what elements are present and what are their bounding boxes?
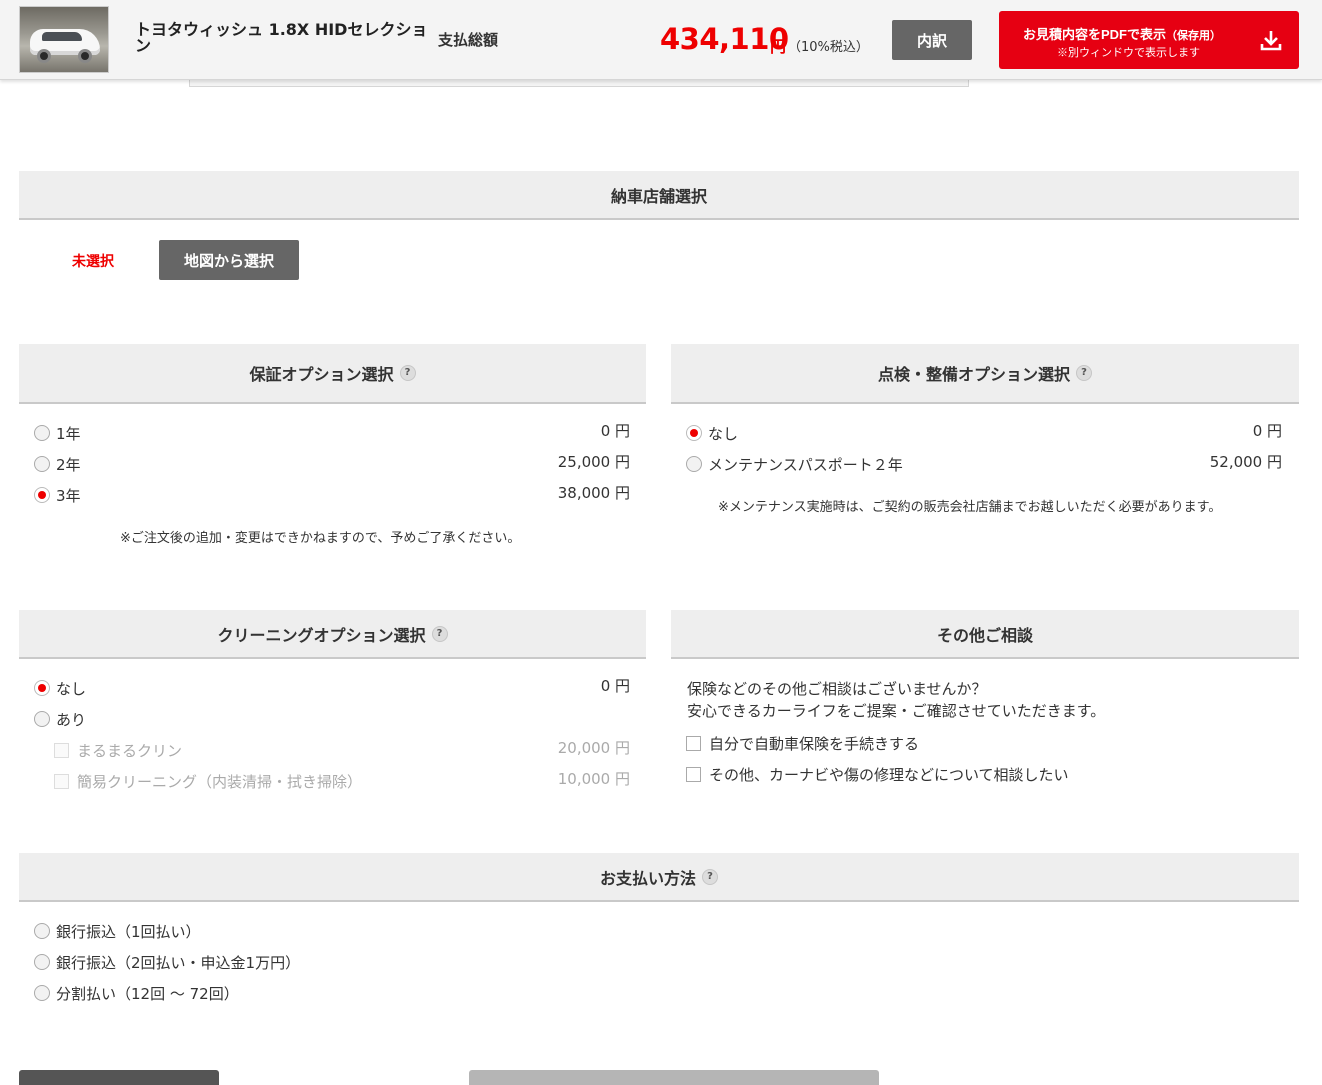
cleaning-sub-simple[interactable]: 簡易クリーニング（内装清掃・拭き掃除）	[54, 770, 362, 792]
warranty-note: ※ご注文後の追加・変更はできかねますので、予めご了承ください。	[120, 531, 521, 546]
consult-section-header: その他ご相談	[671, 610, 1299, 659]
tax-note: （10%税込）	[788, 40, 869, 55]
delivery-section-header: 納車店舗選択	[19, 171, 1299, 220]
pdf-estimate-button[interactable]: お見積内容をPDFで表示（保存用） ※別ウィンドウで表示します	[999, 11, 1299, 69]
option-price: 0 円	[600, 422, 630, 440]
option-label: 3年	[56, 486, 81, 505]
consult-text-line-2: 安心できるカーライフをご提案・ご確認させていただきます。	[687, 702, 1106, 720]
maintenance-option-passport[interactable]: メンテナンスパスポート２年	[686, 453, 903, 475]
warranty-title: 保証オプション選択	[249, 365, 394, 384]
radio-button[interactable]	[34, 923, 50, 939]
cleaning-section-header: クリーニングオプション選択?	[19, 610, 646, 659]
help-icon[interactable]: ?	[431, 625, 448, 642]
option-label: なし	[56, 679, 87, 698]
back-button[interactable]	[19, 1070, 219, 1085]
header-underlay	[189, 80, 969, 87]
maintenance-note: ※メンテナンス実施時は、ご契約の販売会社店舗までお越しいただく必要があります。	[718, 500, 1222, 515]
option-price: 25,000 円	[557, 453, 630, 471]
checkbox[interactable]	[686, 766, 701, 782]
radio-button-selected[interactable]	[34, 487, 50, 503]
option-price: 10,000 円	[557, 770, 630, 788]
help-icon[interactable]: ?	[399, 365, 416, 381]
maintenance-option-none[interactable]: なし	[686, 422, 738, 444]
option-price: 0 円	[1252, 422, 1282, 440]
radio-button[interactable]	[34, 425, 50, 441]
radio-button[interactable]	[34, 456, 50, 472]
option-label: なし	[708, 424, 739, 443]
pdf-button-sub: （保存用）	[1166, 30, 1222, 42]
car-thumbnail	[19, 6, 109, 73]
radio-button[interactable]	[34, 954, 50, 970]
payment-section-header: お支払い方法?	[19, 853, 1299, 902]
help-icon[interactable]: ?	[702, 868, 718, 885]
maintenance-title: 点検・整備オプション選択	[877, 365, 1070, 384]
price-unit: 円	[770, 37, 787, 56]
option-label: 1年	[56, 424, 81, 443]
payment-option-installment[interactable]: 分割払い（12回 ～ 72回）	[34, 982, 239, 1004]
car-name: トヨタウィッシュ 1.8X HIDセレクション	[135, 20, 428, 55]
warranty-option-1year[interactable]: 1年	[34, 422, 81, 444]
sticky-summary-header: トヨタウィッシュ 1.8X HIDセレクション 支払総額 434,110 円 （…	[0, 0, 1322, 80]
warranty-option-3year[interactable]: 3年	[34, 484, 81, 506]
option-label: 分割払い（12回 ～ 72回）	[56, 984, 239, 1003]
option-price: 52,000 円	[1209, 453, 1282, 471]
option-label: あり	[56, 710, 87, 729]
consult-check-repair[interactable]: その他、カーナビや傷の修理などについて相談したい	[686, 763, 1069, 785]
option-label: メンテナンスパスポート２年	[708, 455, 903, 474]
breakdown-button[interactable]: 内訳	[892, 20, 972, 60]
warranty-option-2year[interactable]: 2年	[34, 453, 81, 475]
checkbox[interactable]	[54, 773, 69, 789]
cleaning-option-yes[interactable]: あり	[34, 708, 86, 730]
cleaning-option-none[interactable]: なし	[34, 677, 86, 699]
radio-button[interactable]	[686, 456, 702, 472]
pdf-button-note: ※別ウィンドウで表示します	[1057, 47, 1200, 59]
cleaning-sub-marumaru[interactable]: まるまるクリン	[54, 739, 182, 761]
radio-button[interactable]	[34, 711, 50, 727]
radio-button-selected[interactable]	[686, 425, 702, 441]
option-label: まるまるクリン	[77, 741, 183, 760]
maintenance-section-header: 点検・整備オプション選択?	[671, 344, 1299, 404]
checkbox[interactable]	[686, 735, 701, 751]
option-price: 20,000 円	[557, 739, 630, 757]
option-label: 銀行振込（1回払い）	[56, 922, 201, 941]
radio-button[interactable]	[34, 985, 50, 1001]
cleaning-title: クリーニングオプション選択	[217, 625, 426, 645]
payment-option-bank-single[interactable]: 銀行振込（1回払い）	[34, 920, 201, 942]
delivery-status: 未選択	[72, 254, 114, 270]
select-from-map-button[interactable]: 地図から選択	[159, 240, 299, 280]
option-label: その他、カーナビや傷の修理などについて相談したい	[709, 765, 1069, 784]
option-label: 銀行振込（2回払い・申込金1万円）	[56, 953, 301, 972]
total-label: 支払総額	[438, 31, 499, 49]
delivery-title: 納車店舗選択	[610, 186, 707, 206]
pdf-button-label: お見積内容をPDFで表示	[1023, 27, 1167, 42]
payment-option-bank-double[interactable]: 銀行振込（2回払い・申込金1万円）	[34, 951, 300, 973]
consult-text-line-1: 保険などのその他ご相談はございませんか？	[687, 680, 987, 698]
consult-check-insurance[interactable]: 自分で自動車保険を手続きする	[686, 732, 919, 754]
payment-title: お支払い方法	[599, 868, 696, 888]
option-label: 自分で自動車保険を手続きする	[709, 734, 920, 753]
option-label: 簡易クリーニング（内装清掃・拭き掃除）	[77, 772, 363, 791]
option-price: 38,000 円	[557, 484, 630, 502]
consult-title: その他ご相談	[936, 625, 1033, 645]
checkbox[interactable]	[54, 742, 69, 758]
download-icon	[1260, 31, 1282, 51]
option-label: 2年	[56, 455, 81, 474]
warranty-section-header: 保証オプション選択?	[19, 344, 646, 404]
radio-button-selected[interactable]	[34, 680, 50, 696]
next-button[interactable]	[469, 1070, 879, 1085]
option-price: 0 円	[600, 677, 630, 695]
help-icon[interactable]: ?	[1076, 365, 1092, 381]
consult-description: 保険などのその他ご相談はございませんか？ 安心できるカーライフをご提案・ご確認さ…	[687, 678, 1105, 722]
